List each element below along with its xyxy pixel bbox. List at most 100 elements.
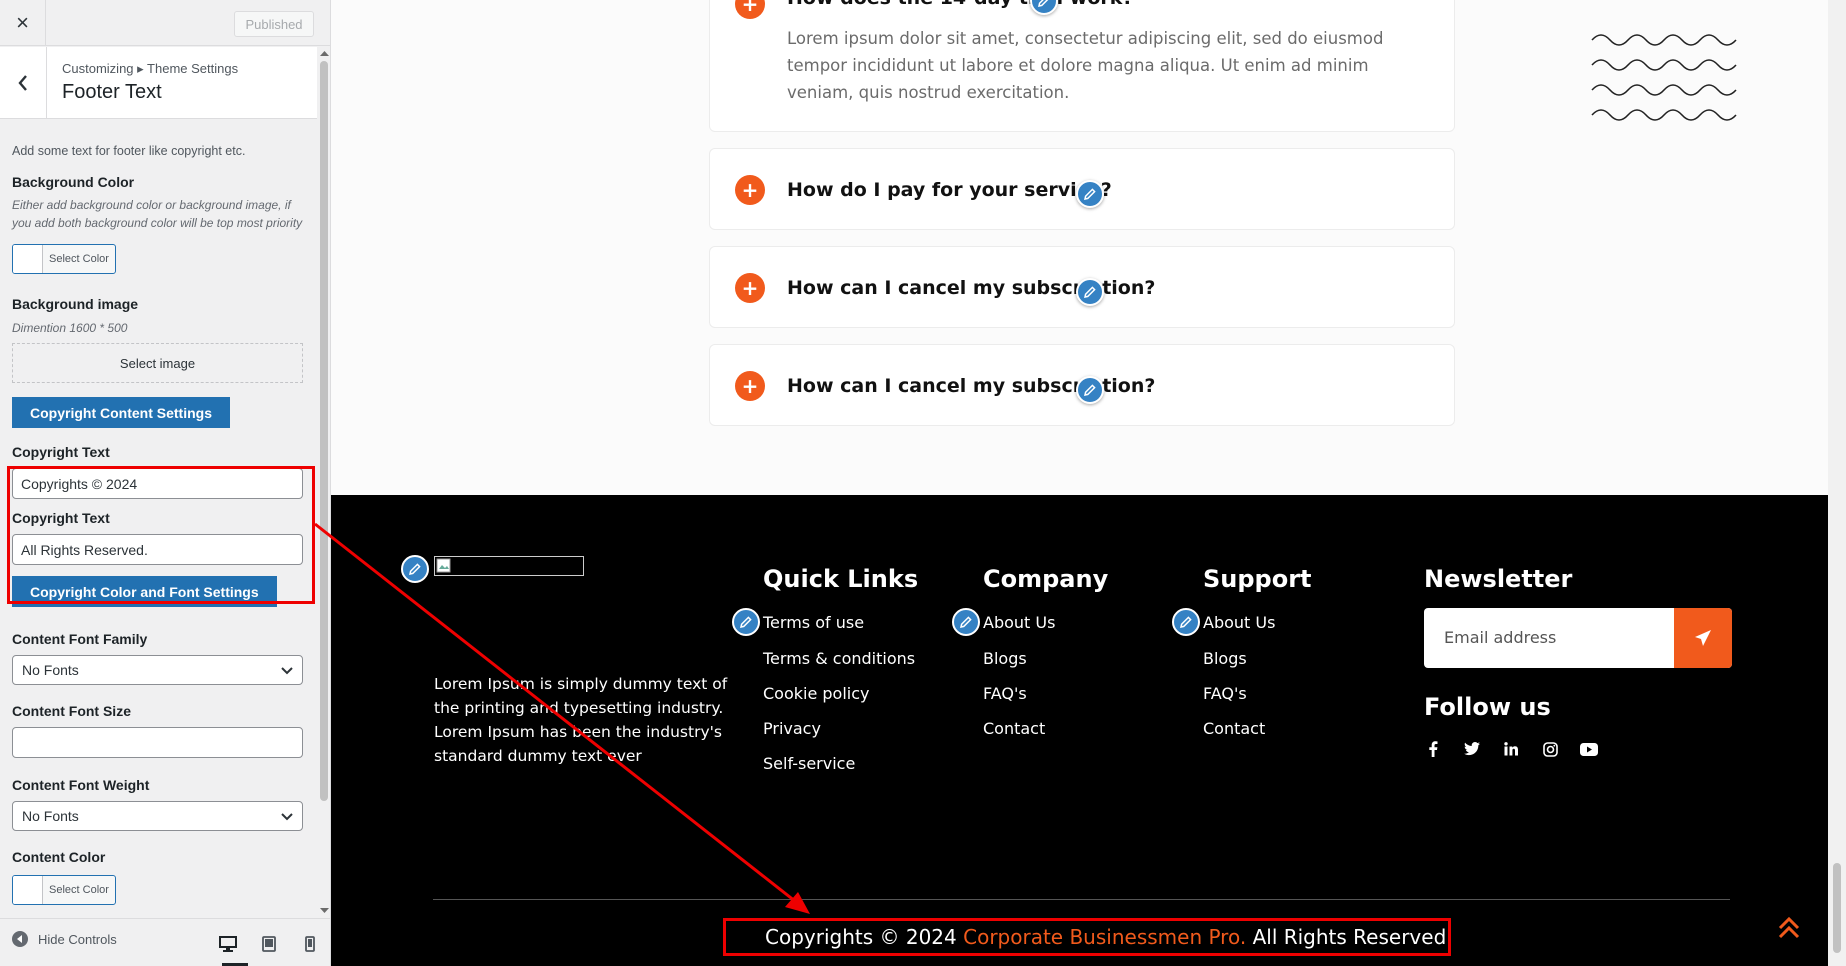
quick-links-heading: Quick Links — [763, 565, 919, 593]
footer-link[interactable]: Cookie policy — [763, 684, 870, 703]
section-header: Customizing ▸ Theme Settings Footer Text — [0, 47, 317, 119]
broken-image-icon — [436, 558, 451, 573]
faq-item[interactable]: + How can I cancel my subscription? — [709, 344, 1455, 426]
collapse-icon — [12, 931, 28, 947]
double-chevron-up-icon — [1778, 916, 1800, 939]
copyright-text-label: Copyright Text — [12, 444, 110, 460]
mobile-preview-button[interactable] — [297, 931, 323, 957]
content-color-label: Content Color — [12, 849, 106, 865]
support-heading: Support — [1203, 565, 1312, 593]
pencil-icon — [740, 616, 752, 628]
faq-toggle-icon[interactable]: + — [735, 273, 765, 303]
breadcrumb: Customizing ▸ Theme Settings — [62, 61, 239, 76]
edit-shortcut-button[interactable] — [732, 608, 760, 636]
tablet-preview-button[interactable] — [256, 931, 282, 957]
bg-image-description: Dimention 1600 * 500 — [12, 321, 128, 335]
scroll-down-icon — [320, 908, 329, 913]
faq-question: How do I pay for your service? — [787, 179, 1112, 201]
customizer-panel: × Published Customizing ▸ Theme Settings… — [0, 0, 331, 966]
hide-controls-button[interactable]: Hide Controls — [12, 931, 117, 947]
content-color-picker[interactable]: Select Color — [12, 875, 116, 905]
scrollbar-thumb[interactable] — [320, 61, 328, 801]
footer-link[interactable]: Self-service — [763, 754, 855, 773]
content-font-weight-select[interactable]: No Fonts — [12, 801, 303, 831]
edit-shortcut-button[interactable] — [1076, 180, 1104, 208]
page-scrollbar-thumb[interactable] — [1833, 863, 1841, 953]
copyright-content-settings-button[interactable]: Copyright Content Settings — [12, 397, 230, 428]
copyright-highlight — [723, 918, 1451, 956]
edit-shortcut-button[interactable] — [1076, 278, 1104, 306]
company-heading: Company — [983, 565, 1109, 593]
site-footer: Lorem Ipsum is simply dummy text of the … — [331, 495, 1828, 966]
edit-shortcut-button[interactable] — [401, 555, 429, 583]
footer-link[interactable]: Contact — [1203, 719, 1265, 738]
back-to-top-button[interactable] — [1777, 915, 1801, 945]
email-input[interactable]: Email address — [1444, 628, 1556, 647]
wave-decoration-icon — [1591, 34, 1737, 121]
site-preview: + How does the 14-day trial work? Lorem … — [331, 0, 1828, 966]
footer-logo-broken-image[interactable] — [434, 556, 584, 576]
pencil-icon — [1084, 286, 1096, 298]
select-image-button[interactable]: Select image — [12, 343, 303, 383]
pencil-icon — [1180, 616, 1192, 628]
pencil-icon — [409, 563, 421, 575]
pencil-icon — [1084, 188, 1096, 200]
edit-shortcut-button[interactable] — [1076, 376, 1104, 404]
footer-link[interactable]: Privacy — [763, 719, 821, 738]
footer-link[interactable]: Contact — [983, 719, 1045, 738]
edit-shortcut-button[interactable] — [1172, 608, 1200, 636]
chevron-down-icon — [281, 813, 293, 821]
edit-shortcut-button[interactable] — [952, 608, 980, 636]
bg-color-picker[interactable]: Select Color — [12, 244, 116, 274]
footer-link[interactable]: FAQ's — [1203, 684, 1247, 703]
linkedin-icon[interactable] — [1501, 739, 1521, 759]
color-swatch — [13, 245, 43, 273]
pencil-icon — [960, 616, 972, 628]
subscribe-button[interactable] — [1674, 608, 1732, 668]
faq-item[interactable]: + How can I cancel my subscription? — [709, 246, 1455, 328]
facebook-icon[interactable] — [1423, 739, 1443, 759]
desktop-preview-button[interactable] — [215, 931, 241, 957]
youtube-icon[interactable] — [1579, 739, 1599, 759]
content-font-family-label: Content Font Family — [12, 631, 148, 647]
close-icon: × — [16, 10, 29, 35]
footer-link[interactable]: Terms & conditions — [763, 649, 915, 668]
instagram-icon[interactable] — [1540, 739, 1560, 759]
footer-divider — [433, 899, 1730, 900]
footer-link[interactable]: Terms of use — [763, 613, 864, 632]
content-font-family-select[interactable]: No Fonts — [12, 655, 303, 685]
newsletter-form: Email address — [1424, 608, 1732, 668]
twitter-icon[interactable] — [1462, 739, 1482, 759]
footer-link[interactable]: FAQ's — [983, 684, 1027, 703]
hide-controls-label: Hide Controls — [38, 931, 117, 947]
section-title: Footer Text — [62, 81, 162, 103]
faq-toggle-icon[interactable]: + — [735, 175, 765, 205]
faq-toggle-icon[interactable]: + — [735, 371, 765, 401]
content-font-family-value: No Fonts — [22, 662, 79, 678]
close-customizer-button[interactable]: × — [0, 0, 46, 46]
bg-color-description: Either add background color or backgroun… — [12, 198, 303, 230]
content-font-size-label: Content Font Size — [12, 703, 131, 719]
send-icon — [1695, 630, 1711, 646]
footer-link[interactable]: Blogs — [1203, 649, 1247, 668]
newsletter-heading: Newsletter — [1424, 565, 1573, 593]
faq-toggle-icon[interactable]: + — [735, 0, 765, 19]
content-font-size-input[interactable] — [12, 727, 303, 758]
faq-item[interactable]: + How do I pay for your service? — [709, 148, 1455, 230]
footer-about-text: Lorem Ipsum is simply dummy text of the … — [434, 675, 728, 765]
published-button[interactable]: Published — [234, 11, 314, 37]
scroll-up-icon — [320, 51, 329, 56]
edit-shortcut-button[interactable] — [1030, 0, 1058, 15]
back-button[interactable] — [0, 47, 47, 119]
panel-scrollbar[interactable] — [318, 47, 330, 917]
content-font-weight-value: No Fonts — [22, 808, 79, 824]
footer-link[interactable]: Blogs — [983, 649, 1027, 668]
pencil-icon — [1084, 384, 1096, 396]
footer-link[interactable]: About Us — [983, 613, 1055, 632]
footer-link[interactable]: About Us — [1203, 613, 1275, 632]
content-font-weight-label: Content Font Weight — [12, 777, 150, 793]
mobile-icon — [305, 936, 315, 952]
section-description: Add some text for footer like copyright … — [12, 144, 246, 158]
faq-item-expanded[interactable]: + How does the 14-day trial work? Lorem … — [709, 0, 1455, 132]
page-scrollbar[interactable] — [1828, 0, 1846, 966]
